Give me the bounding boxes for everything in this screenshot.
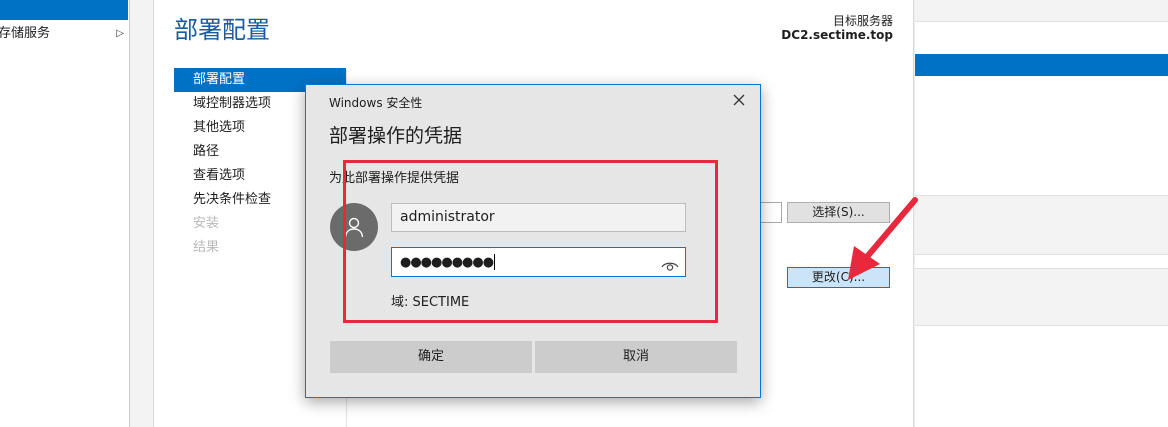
sidebar-selected-item[interactable] [0, 0, 128, 20]
server-manager-sidebar: 存储服务 ▷ [0, 0, 130, 427]
target-server-label: 目标服务器 [832, 14, 893, 28]
page-title: 部署配置 [174, 16, 270, 44]
background-window-right [915, 0, 1168, 427]
sidebar-item-label: 存储服务 [0, 26, 51, 41]
ok-button[interactable]: 确定 [330, 341, 532, 373]
chevron-right-icon: ▷ [116, 28, 124, 39]
cancel-button[interactable]: 取消 [535, 341, 737, 373]
sidebar-item-storage-services[interactable]: 存储服务 ▷ [0, 24, 128, 44]
target-server-value: DC2.sectime.top [781, 28, 893, 42]
dialog-heading: 部署操作的凭据 [329, 125, 463, 147]
dialog-caption: Windows 安全性 [329, 96, 423, 110]
annotation-highlight-box [343, 160, 718, 323]
panel-strip [915, 195, 1168, 255]
panel-strip [915, 0, 1168, 22]
domain-text-field[interactable] [760, 202, 782, 223]
panel-selected-strip [915, 54, 1168, 76]
sidebar-gutter [131, 0, 153, 427]
annotation-arrow [840, 196, 920, 290]
close-icon[interactable] [732, 92, 746, 106]
panel-strip [915, 268, 1168, 326]
